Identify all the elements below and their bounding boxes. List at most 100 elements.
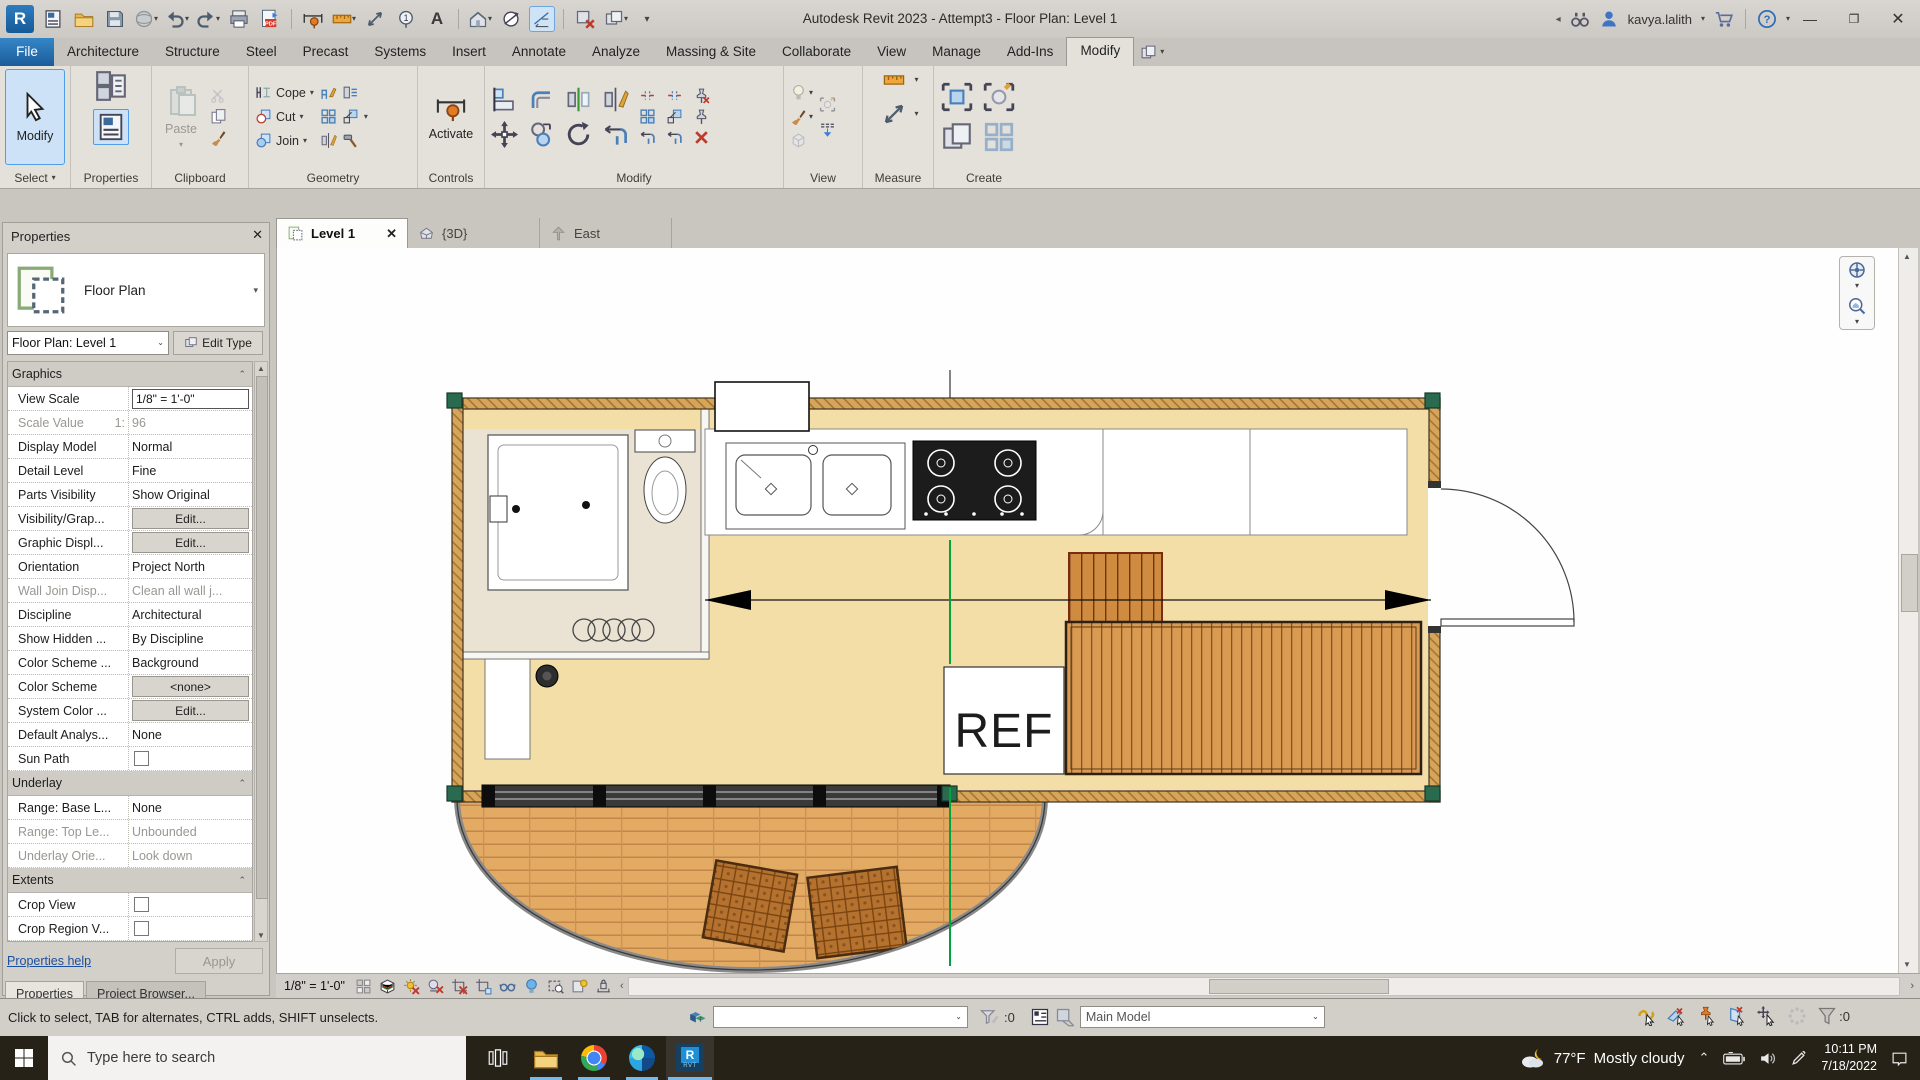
ribbon-tab-add-ins[interactable]: Add-Ins — [994, 38, 1067, 66]
patio-stool[interactable] — [701, 859, 799, 953]
view-tab-level-1[interactable]: Level 1 ✕ — [276, 218, 408, 248]
chrome-button[interactable] — [570, 1036, 618, 1080]
thin-lines-icon[interactable] — [529, 6, 555, 32]
deck-stair[interactable] — [1064, 620, 1423, 776]
shower[interactable] — [487, 434, 629, 591]
scale-icon[interactable] — [666, 108, 683, 125]
ribbon-tab-file[interactable]: File — [0, 38, 54, 66]
panel-label-measure[interactable]: Measure — [863, 167, 933, 188]
redo-icon[interactable]: ▾ — [196, 7, 220, 31]
signed-in-user[interactable]: kavya.lalith — [1628, 12, 1692, 27]
taskbar-weather[interactable]: 77°F Mostly cloudy — [1520, 1047, 1684, 1069]
property-value[interactable]: By Discipline — [129, 627, 252, 650]
property-value[interactable] — [129, 747, 252, 770]
analytical-model-icon[interactable] — [570, 977, 589, 996]
kitchen-sink[interactable] — [725, 442, 906, 530]
close-inactive-windows-icon[interactable] — [573, 7, 597, 31]
battery-icon[interactable] — [1723, 1052, 1745, 1065]
pin-icon[interactable] — [693, 108, 710, 125]
floor-plan[interactable]: REF — [277, 248, 1899, 973]
measure-tool-icon[interactable] — [877, 69, 911, 91]
scroll-up-icon[interactable]: ▲ — [257, 364, 265, 373]
design-options-dropdown[interactable]: Main Model ⌄ — [1079, 1006, 1325, 1028]
modify-tab-extra[interactable]: ▾ — [1140, 38, 1164, 66]
ribbon-tab-massing-site[interactable]: Massing & Site — [653, 38, 769, 66]
minimize-button[interactable]: — — [1788, 0, 1832, 38]
property-value[interactable]: Unbounded — [129, 820, 252, 843]
open-icon[interactable] — [72, 7, 96, 31]
horizontal-scroll-thumb[interactable] — [1208, 978, 1389, 994]
user-menu-chevron-icon[interactable]: ▾ — [1701, 15, 1705, 23]
cut-to-clipboard-icon[interactable] — [210, 87, 227, 104]
patio-stool[interactable] — [806, 865, 909, 960]
panel-label-geometry[interactable]: Geometry — [249, 167, 417, 188]
render-icon[interactable] — [819, 96, 836, 113]
ribbon-tab-architecture[interactable]: Architecture — [54, 38, 152, 66]
mirror-pick-axis-icon[interactable] — [565, 86, 592, 113]
visual-style-icon[interactable] — [378, 977, 397, 996]
scroll-right-icon[interactable]: › — [1910, 980, 1914, 992]
paste-button[interactable]: Paste ▾ — [158, 73, 204, 161]
vertical-scrollbar[interactable]: ▲ ▼ — [1898, 248, 1918, 973]
default-3d-view-icon[interactable]: ▾ — [468, 7, 492, 31]
detail-level-icon[interactable] — [354, 977, 373, 996]
revit-taskbar-button[interactable]: R RVT — [666, 1036, 714, 1080]
properties-palette-icon[interactable] — [94, 69, 128, 103]
match-type-icon[interactable] — [210, 129, 227, 146]
type-selector[interactable]: Floor Plan ▾ — [7, 253, 265, 327]
property-button[interactable]: Edit... — [132, 508, 249, 529]
property-value[interactable]: Show Original — [129, 483, 252, 506]
ribbon-tab-structure[interactable]: Structure — [152, 38, 233, 66]
apply-coping-icon[interactable] — [342, 108, 359, 125]
property-button[interactable]: Edit... — [132, 700, 249, 721]
section-header-graphics[interactable]: Graphics ⌃ — [8, 362, 252, 387]
copy-icon[interactable] — [528, 121, 555, 148]
panel-label-clipboard[interactable]: Clipboard — [152, 167, 248, 188]
section-header-underlay[interactable]: Underlay ⌃ — [8, 771, 252, 796]
copy-to-clipboard-icon[interactable] — [210, 108, 227, 125]
property-value[interactable]: Edit... — [129, 507, 252, 530]
ribbon-tab-systems[interactable]: Systems — [361, 38, 439, 66]
sync-with-central-icon[interactable]: ▾ — [134, 7, 158, 31]
ribbon-tab-precast[interactable]: Precast — [290, 38, 362, 66]
property-value[interactable]: <none> — [129, 675, 252, 698]
property-value[interactable]: Look down — [129, 844, 252, 867]
edit-type-button[interactable]: Edit Type — [173, 331, 263, 355]
move-to-underlay-icon[interactable] — [819, 120, 836, 137]
split-with-gap-icon[interactable] — [666, 87, 683, 104]
instance-selector-dropdown[interactable]: Floor Plan: Level 1 ⌄ — [7, 331, 169, 355]
start-button[interactable] — [0, 1036, 48, 1080]
wall-joins-icon[interactable] — [320, 84, 337, 101]
cut-geometry-button[interactable]: Cut ▾ — [255, 108, 314, 125]
section-header-extents[interactable]: Extents ⌃ — [8, 868, 252, 893]
property-button[interactable]: Edit... — [132, 532, 249, 553]
property-value[interactable]: Background — [129, 651, 252, 674]
selection-filter-icon[interactable] — [1817, 1006, 1837, 1026]
infocenter-collapse-icon[interactable]: ◂ — [1556, 14, 1561, 25]
app-store-cart-icon[interactable] — [1714, 9, 1734, 29]
scroll-left-icon[interactable]: ‹ — [620, 980, 624, 992]
save-icon[interactable] — [103, 7, 127, 31]
panel-label-properties[interactable]: Properties — [71, 167, 151, 188]
export-pdf-icon[interactable] — [258, 7, 282, 31]
revit-logo[interactable]: R — [6, 5, 34, 33]
panel-label-select[interactable]: Select ▾ — [0, 167, 70, 188]
property-input[interactable]: 1/8" = 1'-0" — [132, 388, 249, 409]
editable-only-icon[interactable] — [979, 1007, 999, 1027]
dimension-tool-icon[interactable] — [877, 101, 911, 127]
bathroom-wall-south[interactable] — [462, 651, 710, 660]
temporary-view-properties-icon[interactable] — [546, 977, 565, 996]
ribbon-tab-view[interactable]: View — [864, 38, 919, 66]
steering-wheel-chevron-icon[interactable]: ▾ — [1855, 282, 1859, 290]
refrigerator[interactable]: REF — [943, 666, 1065, 775]
ribbon-options-icon[interactable] — [1140, 44, 1157, 61]
unjoin-geometry-icon[interactable] — [320, 108, 337, 125]
ribbon-options-chevron-icon[interactable]: ▾ — [1160, 48, 1164, 56]
scroll-down-icon[interactable]: ▼ — [257, 931, 265, 940]
palette-close-icon[interactable]: ✕ — [252, 227, 263, 243]
crop-region-icon[interactable] — [474, 977, 493, 996]
detail-line-icon[interactable] — [363, 7, 387, 31]
property-value[interactable]: 1/8" = 1'-0" — [129, 387, 252, 410]
window-wall[interactable] — [481, 784, 951, 808]
close-button[interactable]: ✕ — [1876, 0, 1920, 38]
